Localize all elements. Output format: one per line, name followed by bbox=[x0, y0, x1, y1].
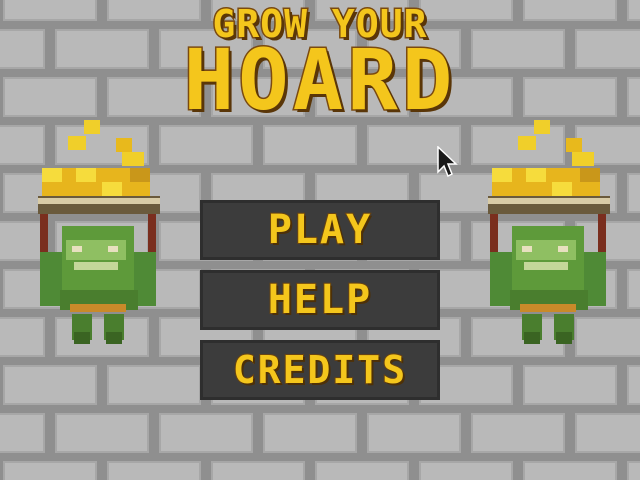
brick bbox=[627, 365, 640, 405]
brick bbox=[0, 413, 45, 453]
goblin-right-icon bbox=[488, 120, 610, 344]
brick bbox=[419, 461, 513, 480]
brick bbox=[159, 125, 253, 165]
brick bbox=[263, 125, 357, 165]
brick bbox=[523, 365, 617, 405]
brick bbox=[55, 413, 149, 453]
brick bbox=[315, 461, 409, 480]
goblin-left-icon bbox=[38, 120, 160, 344]
brick bbox=[627, 461, 640, 480]
brick bbox=[627, 269, 640, 309]
brick bbox=[523, 461, 617, 480]
brick bbox=[575, 413, 640, 453]
title-line-2: HOARD bbox=[182, 31, 457, 129]
brick bbox=[3, 365, 97, 405]
brick bbox=[471, 413, 565, 453]
play-button[interactable]: PLAY bbox=[200, 200, 440, 260]
brick bbox=[627, 173, 640, 213]
brick bbox=[367, 413, 461, 453]
gold-pile-icon bbox=[42, 120, 150, 196]
brick bbox=[263, 413, 357, 453]
brick bbox=[3, 461, 97, 480]
brick bbox=[107, 365, 201, 405]
brick bbox=[159, 413, 253, 453]
brick bbox=[107, 461, 201, 480]
main-menu-screen: GROW YOUR HOARD PLAY HELP CREDITS bbox=[0, 0, 640, 480]
credits-button[interactable]: CREDITS bbox=[200, 340, 440, 400]
mouse-pointer-icon bbox=[437, 146, 458, 178]
gold-pile-icon bbox=[492, 120, 600, 196]
help-button[interactable]: HELP bbox=[200, 270, 440, 330]
brick bbox=[211, 461, 305, 480]
